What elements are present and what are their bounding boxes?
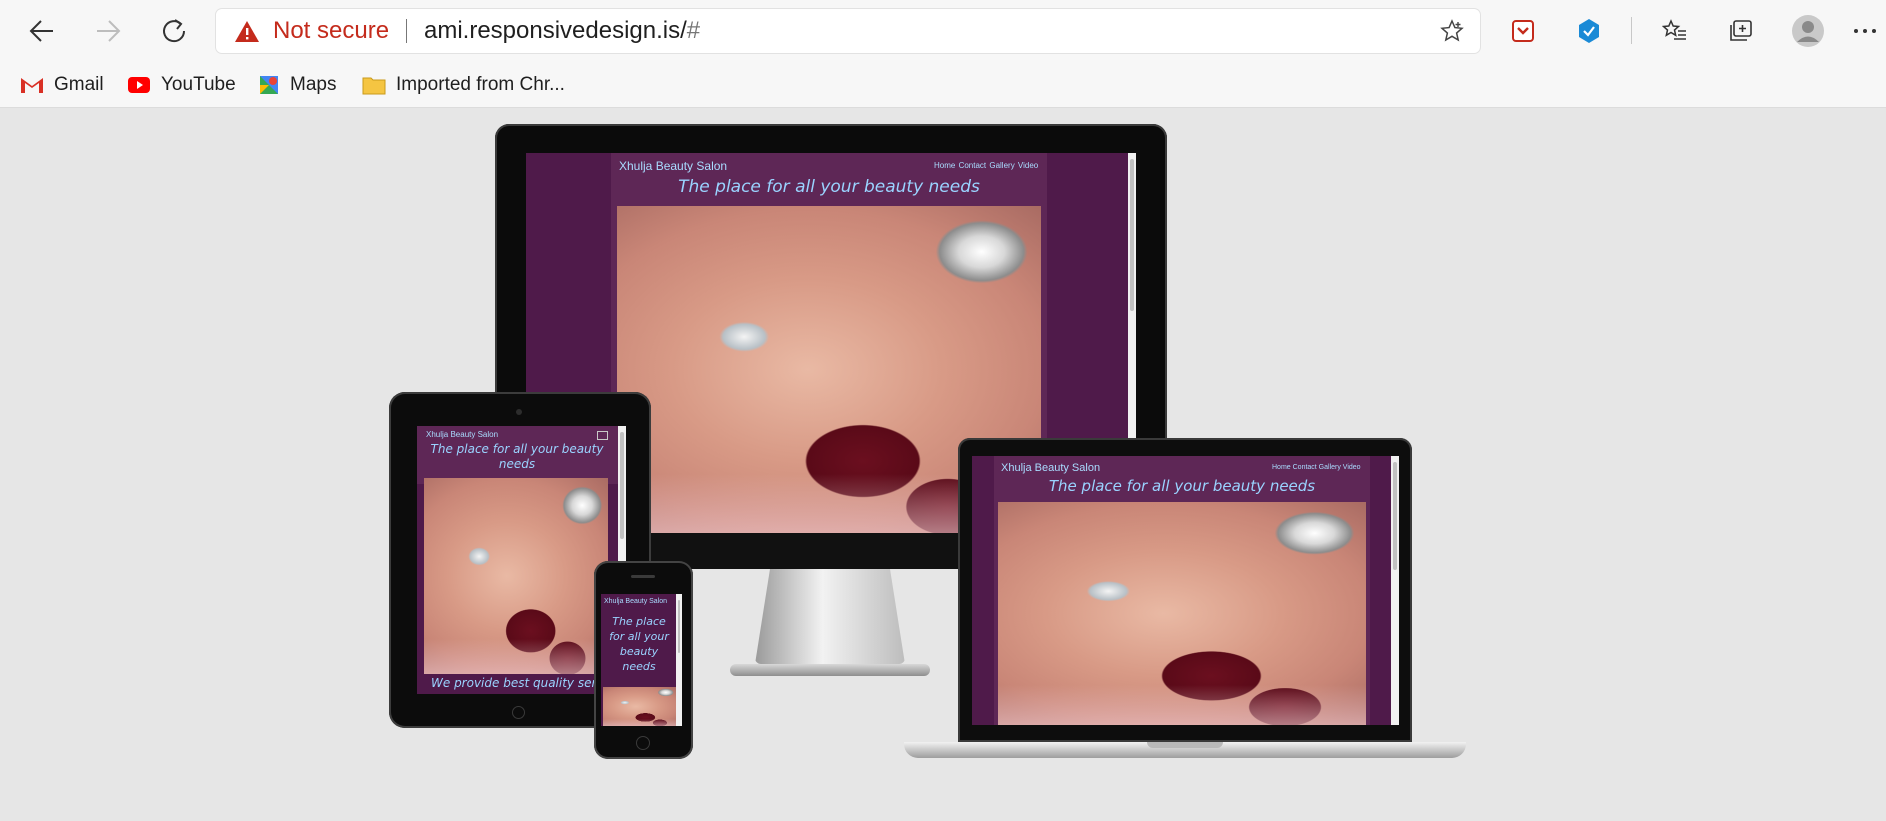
url-hash: #: [686, 17, 701, 44]
refresh-icon: [163, 19, 186, 43]
phone-mockup: Xhulja Beauty Salon The place for all yo…: [594, 561, 693, 759]
favorites-button[interactable]: [1655, 11, 1695, 51]
bookmark-maps[interactable]: Maps: [258, 62, 336, 107]
bookmarks-bar: Gmail YouTube Maps Imported from Chr...: [0, 62, 1886, 108]
back-button[interactable]: [22, 11, 62, 51]
bookmark-youtube[interactable]: YouTube: [127, 62, 236, 107]
more-dots-icon: [1854, 29, 1876, 33]
bookmark-label: Imported from Chr...: [396, 73, 565, 95]
bookmark-label: Maps: [290, 73, 337, 95]
collections-icon: [1730, 20, 1752, 41]
more-menu-button[interactable]: [1850, 11, 1880, 51]
nails-photo: [424, 478, 608, 674]
warning-icon[interactable]: [234, 20, 260, 43]
site-brand: Xhulja Beauty Salon: [1001, 462, 1101, 474]
forward-button[interactable]: [88, 11, 128, 51]
monitor-stand: [755, 569, 905, 664]
phone-speaker: [631, 575, 655, 578]
nails-photo: [998, 502, 1366, 725]
favorites-list-icon: [1662, 19, 1686, 40]
site-tagline: The place for all your beauty needs: [678, 177, 980, 197]
browser-toolbar: Not secure ami.responsivedesign.is/#: [0, 0, 1886, 62]
site-tagline: The place for all your beauty needs: [609, 615, 669, 673]
address-bar[interactable]: Not secure ami.responsivedesign.is/#: [216, 9, 1480, 53]
hamburger-menu-icon[interactable]: [597, 431, 608, 440]
bookmark-folder-imported[interactable]: Imported from Chr...: [362, 62, 565, 107]
security-label[interactable]: Not secure: [273, 17, 389, 45]
favorite-star-icon[interactable]: [1440, 19, 1464, 43]
youtube-icon: [128, 76, 150, 93]
laptop-mockup: Xhulja Beauty Salon Home Contact Gallery…: [958, 438, 1412, 742]
site-nav: Home Contact Gallery Video: [934, 161, 1039, 170]
url-host: ami.responsivedesign.is/: [424, 17, 687, 44]
phone-scrollbar: [676, 594, 682, 726]
hexagon-shield-icon: [1579, 19, 1599, 43]
tablet-home-button: [512, 706, 525, 719]
bookmark-label: YouTube: [161, 73, 236, 95]
gmail-icon: [21, 77, 43, 93]
site-brand: Xhulja Beauty Salon: [426, 430, 499, 439]
toolbar-separator: [1631, 17, 1632, 44]
laptop-notch: [1147, 742, 1223, 748]
arrow-left-icon: [29, 20, 53, 42]
site-nav: Home Contact Gallery Video: [1272, 464, 1361, 471]
folder-icon: [362, 77, 386, 94]
laptop-screen: Xhulja Beauty Salon Home Contact Gallery…: [972, 456, 1399, 725]
avatar-icon: [1792, 15, 1824, 47]
url-text[interactable]: ami.responsivedesign.is/#: [424, 17, 700, 45]
profile-button[interactable]: [1788, 11, 1828, 51]
site-brand: Xhulja Beauty Salon: [604, 598, 668, 605]
site-brand: Xhulja Beauty Salon: [619, 159, 728, 173]
tablet-camera: [516, 409, 522, 415]
arrow-right-icon: [97, 20, 121, 42]
bookmark-gmail[interactable]: Gmail: [20, 62, 104, 107]
collections-button[interactable]: [1721, 11, 1761, 51]
refresh-button[interactable]: [154, 11, 194, 51]
pocket-extension-button[interactable]: [1503, 11, 1543, 51]
monitor-stand-base: [730, 664, 930, 676]
nails-photo: [603, 687, 676, 726]
pocket-icon: [1512, 20, 1534, 42]
shield-extension-button[interactable]: [1569, 11, 1609, 51]
site-tagline: The place for all your beauty needs: [1048, 477, 1316, 495]
laptop-scrollbar: [1391, 456, 1399, 725]
maps-icon: [260, 75, 278, 94]
phone-home-button: [636, 736, 650, 750]
address-separator: [406, 19, 407, 43]
phone-screen: Xhulja Beauty Salon The place for all yo…: [601, 594, 682, 726]
bookmark-label: Gmail: [54, 73, 104, 95]
site-tagline: The place for all your beauty needs: [430, 442, 604, 471]
